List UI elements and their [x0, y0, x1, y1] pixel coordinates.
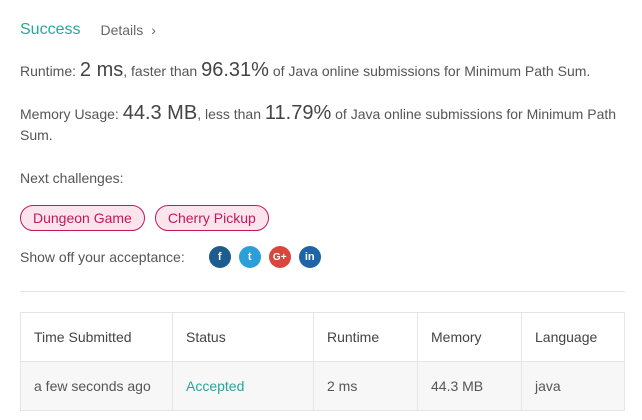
runtime-percent: 96.31%: [201, 59, 269, 81]
runtime-label: Runtime:: [20, 63, 80, 79]
chevron-right-icon: ›: [151, 22, 156, 38]
cell-memory: 44.3 MB: [417, 361, 522, 411]
cell-language: java: [521, 361, 625, 411]
challenge-tag-cherry-pickup[interactable]: Cherry Pickup: [154, 205, 269, 231]
col-status: Status: [172, 312, 314, 362]
share-label: Show off your acceptance:: [20, 249, 185, 265]
submissions-table: Time Submitted Status Runtime Memory Lan…: [20, 312, 625, 411]
linkedin-icon[interactable]: in: [298, 246, 321, 268]
table-header-row: Time Submitted Status Runtime Memory Lan…: [20, 312, 625, 362]
cell-time-submitted: a few seconds ago: [20, 361, 173, 411]
google-plus-icon[interactable]: G+: [268, 246, 291, 268]
twitter-icon[interactable]: t: [238, 246, 261, 268]
social-buttons: f t G+ in: [208, 246, 321, 268]
memory-value: 44.3 MB: [122, 102, 198, 124]
details-label: Details: [100, 22, 144, 38]
runtime-value: 2 ms: [79, 59, 124, 81]
next-challenges-list: Dungeon Game Cherry Pickup: [20, 205, 269, 231]
challenge-tag-dungeon-game[interactable]: Dungeon Game: [20, 205, 145, 231]
memory-label: Memory Usage:: [20, 106, 123, 122]
runtime-summary: Runtime: 2 ms, faster than 96.31% of Jav…: [20, 60, 590, 82]
col-time-submitted: Time Submitted: [20, 312, 173, 362]
accepted-link[interactable]: Accepted: [186, 378, 244, 394]
share-row: Show off your acceptance: f t G+ in: [20, 246, 321, 268]
cell-runtime: 2 ms: [313, 361, 418, 411]
table-row: a few seconds ago Accepted 2 ms 44.3 MB …: [20, 361, 625, 411]
col-memory: Memory: [417, 312, 522, 362]
memory-summary: Memory Usage: 44.3 MB, less than 11.79% …: [20, 103, 625, 146]
next-challenges-label: Next challenges:: [20, 170, 124, 186]
cell-status[interactable]: Accepted: [172, 361, 314, 411]
facebook-icon[interactable]: f: [208, 246, 231, 268]
runtime-middle: , faster than: [123, 63, 202, 79]
status-title: Success: [20, 21, 81, 38]
result-header: Success Details ›: [20, 20, 156, 40]
details-link[interactable]: Details ›: [100, 22, 155, 38]
memory-percent: 11.79%: [264, 102, 332, 124]
runtime-suffix: of Java online submissions for Minimum P…: [268, 63, 591, 79]
col-runtime: Runtime: [313, 312, 418, 362]
divider: [20, 291, 625, 292]
memory-middle: , less than: [197, 106, 265, 122]
col-language: Language: [521, 312, 625, 362]
